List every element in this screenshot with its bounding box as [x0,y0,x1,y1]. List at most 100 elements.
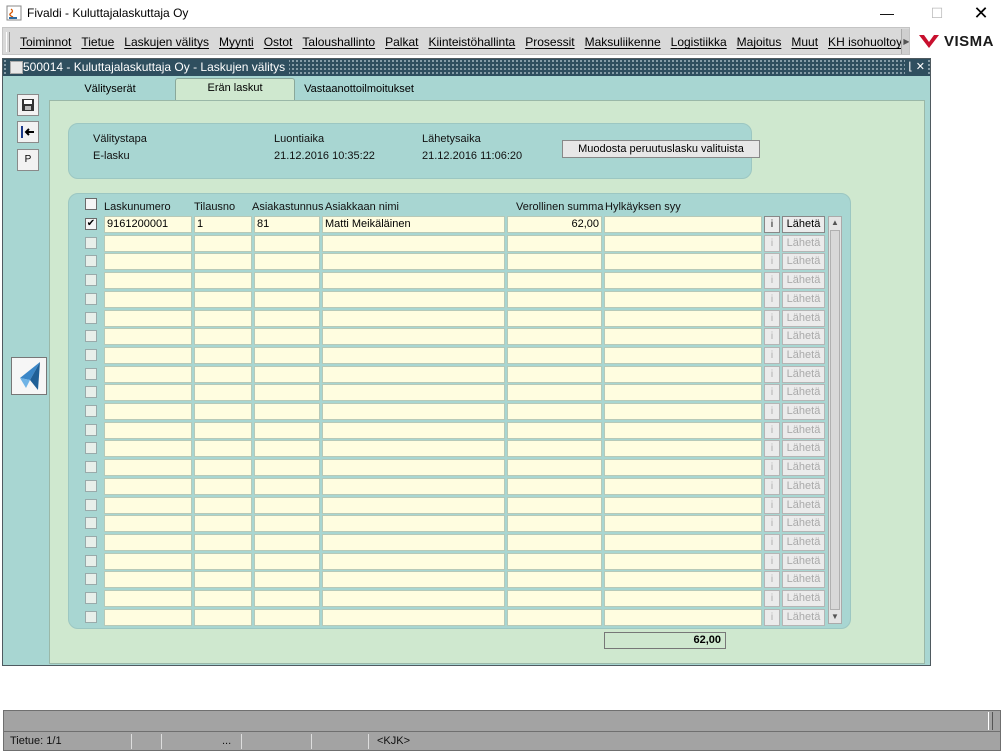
cell-syy[interactable] [604,328,762,346]
cell-syy[interactable] [604,496,762,514]
cell-nimi[interactable] [322,440,505,458]
cell-asiakastunnus[interactable] [254,552,320,570]
cell-tilausno[interactable] [194,571,252,589]
cell-summa[interactable] [507,403,602,420]
row-checkbox[interactable] [85,255,97,268]
cell-syy[interactable] [604,477,762,495]
cell-tilausno[interactable] [194,440,252,458]
row-send-button[interactable]: Lähetä [782,459,825,477]
cell-syy[interactable] [604,552,762,570]
cell-asiakastunnus[interactable] [254,403,320,420]
row-send-button[interactable]: Lähetä [782,384,825,402]
cell-laskunumero[interactable] [104,272,192,290]
cell-tilausno[interactable] [194,608,252,626]
row-checkbox[interactable] [85,479,97,492]
cell-summa[interactable] [507,608,602,626]
menu-item-0[interactable]: Toiminnot [20,35,71,49]
row-checkbox[interactable] [85,423,97,436]
cell-syy[interactable] [604,253,762,271]
scroll-up-icon[interactable]: ▲ [829,217,841,229]
cell-summa[interactable] [507,533,602,551]
cell-laskunumero[interactable] [104,309,192,327]
cell-tilausno[interactable]: 1 [194,216,252,233]
cell-asiakastunnus[interactable] [254,234,320,252]
cell-nimi[interactable] [322,496,505,514]
row-checkbox[interactable] [85,330,97,343]
row-checkbox[interactable] [85,442,97,455]
cell-laskunumero[interactable] [104,590,192,607]
cell-tilausno[interactable] [194,477,252,495]
cell-asiakastunnus[interactable] [254,571,320,589]
row-info-button[interactable]: i [764,234,780,252]
row-send-button[interactable]: Lähetä [782,496,825,514]
cell-summa[interactable] [507,440,602,458]
row-checkbox[interactable] [85,592,97,604]
cell-nimi[interactable] [322,234,505,252]
select-all-checkbox[interactable] [85,198,97,210]
row-send-button[interactable]: Lähetä [782,421,825,439]
cell-laskunumero[interactable] [104,421,192,439]
cell-syy[interactable] [604,234,762,252]
cell-tilausno[interactable] [194,290,252,308]
cell-nimi[interactable] [322,384,505,402]
row-info-button[interactable]: i [764,328,780,346]
cell-asiakastunnus[interactable] [254,608,320,626]
cell-nimi[interactable]: Matti Meikäläinen [322,216,505,233]
menu-scroll-right[interactable]: ▶ [901,29,909,54]
cell-syy[interactable] [604,571,762,589]
cell-summa[interactable] [507,309,602,327]
row-send-button[interactable]: Lähetä [782,403,825,420]
cell-summa[interactable] [507,477,602,495]
cell-syy[interactable] [604,346,762,364]
menu-item-3[interactable]: Myynti [219,35,254,49]
row-info-button[interactable]: i [764,253,780,271]
cell-nimi[interactable] [322,552,505,570]
tab-vastaanottoilmoitukset[interactable]: Vastaanottoilmoitukset [299,80,419,100]
cell-tilausno[interactable] [194,309,252,327]
cell-summa[interactable] [507,346,602,364]
cell-asiakastunnus[interactable] [254,290,320,308]
cell-syy[interactable] [604,421,762,439]
cell-syy[interactable] [604,590,762,607]
cell-asiakastunnus[interactable] [254,496,320,514]
cell-asiakastunnus[interactable] [254,515,320,533]
cell-summa[interactable] [507,328,602,346]
row-checkbox[interactable] [85,348,97,361]
row-info-button[interactable]: i [764,496,780,514]
cell-tilausno[interactable] [194,552,252,570]
cell-asiakastunnus[interactable] [254,590,320,607]
row-info-button[interactable]: i [764,272,780,290]
row-send-button[interactable]: Lähetä [782,309,825,327]
row-send-button[interactable]: Lähetä [782,328,825,346]
cell-summa[interactable] [507,459,602,477]
cell-laskunumero[interactable] [104,515,192,533]
cell-asiakastunnus[interactable] [254,365,320,383]
row-checkbox[interactable] [85,367,97,380]
grid-vertical-scrollbar[interactable]: ▲ ▼ [828,216,842,624]
cell-summa[interactable] [507,421,602,439]
minimize-button[interactable]: — [864,0,910,26]
row-info-button[interactable]: i [764,552,780,570]
row-info-button[interactable]: i [764,590,780,607]
cell-asiakastunnus[interactable]: 81 [254,216,320,233]
row-info-button[interactable]: i [764,515,780,533]
row-send-button[interactable]: Lähetä [782,216,825,233]
row-send-button[interactable]: Lähetä [782,440,825,458]
cell-asiakastunnus[interactable] [254,459,320,477]
cell-nimi[interactable] [322,309,505,327]
cell-tilausno[interactable] [194,496,252,514]
cell-summa[interactable] [507,571,602,589]
menu-item-1[interactable]: Tietue [81,35,114,49]
row-checkbox[interactable] [85,461,97,474]
menu-item-5[interactable]: Taloushallinto [302,35,375,49]
cell-laskunumero[interactable] [104,384,192,402]
row-checkbox[interactable] [85,573,97,586]
cell-tilausno[interactable] [194,590,252,607]
row-checkbox[interactable]: ✔ [85,218,97,230]
row-send-button[interactable]: Lähetä [782,365,825,383]
menu-item-12[interactable]: Muut [791,35,818,49]
navigation-arrow-button[interactable] [11,357,47,395]
cell-syy[interactable] [604,608,762,626]
cell-tilausno[interactable] [194,515,252,533]
cell-asiakastunnus[interactable] [254,328,320,346]
